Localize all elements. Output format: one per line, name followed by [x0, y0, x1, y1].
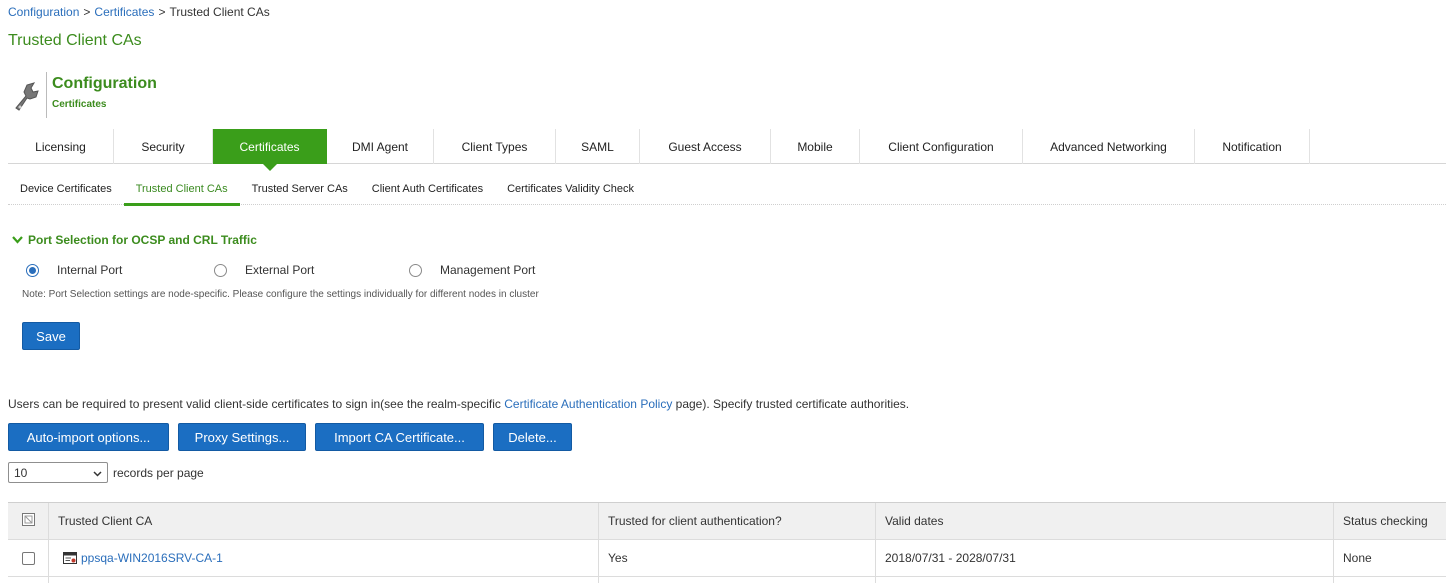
tab-advanced-networking[interactable]: Advanced Networking: [1023, 129, 1195, 164]
radio-internal-port[interactable]: Internal Port: [26, 263, 214, 277]
pagination-control: 10 records per page: [8, 462, 204, 483]
page-title: Trusted Client CAs: [8, 32, 142, 49]
breadcrumb-separator: >: [83, 5, 91, 19]
column-header-valid-dates[interactable]: Valid dates: [876, 503, 1334, 539]
column-header-trusted-client-ca[interactable]: Trusted Client CA: [49, 503, 599, 539]
section-divider: [46, 72, 47, 118]
intro-text: Users can be required to present valid c…: [8, 397, 909, 411]
trusted-cell: Yes: [599, 540, 876, 576]
radio-button[interactable]: [26, 263, 39, 277]
tab-client-types[interactable]: Client Types: [434, 129, 556, 164]
tab-certificates[interactable]: Certificates: [213, 129, 327, 171]
table-cell: [49, 577, 599, 583]
subtab-trusted-server-cas[interactable]: Trusted Server CAs: [240, 176, 360, 205]
proxy-settings-button[interactable]: Proxy Settings...: [178, 423, 306, 451]
section-title: Configuration: [52, 75, 157, 92]
records-per-page-label: records per page: [113, 465, 204, 480]
tab-client-configuration[interactable]: Client Configuration: [860, 129, 1023, 164]
records-per-page-select[interactable]: 10: [8, 462, 108, 483]
chevron-down-icon: [93, 466, 102, 480]
subtab-trusted-client-cas[interactable]: Trusted Client CAs: [123, 176, 240, 206]
breadcrumb-separator: >: [158, 5, 166, 19]
column-header-trusted-for-auth[interactable]: Trusted for client authentication?: [599, 503, 876, 539]
intro-text-after: page). Specify trusted certificate autho…: [672, 397, 910, 411]
tab-mobile[interactable]: Mobile: [771, 129, 860, 164]
ca-name-cell: ppsqa-WIN2016SRV-CA-1: [49, 540, 599, 576]
breadcrumb-certificates[interactable]: Certificates: [94, 5, 154, 19]
breadcrumb-configuration[interactable]: Configuration: [8, 5, 79, 19]
tab-saml[interactable]: SAML: [556, 129, 640, 164]
radio-external-port[interactable]: External Port: [214, 263, 409, 277]
port-selection-heading: Port Selection for OCSP and CRL Traffic: [28, 233, 257, 247]
tab-security[interactable]: Security: [114, 129, 213, 164]
table-header-row: Trusted Client CA Trusted for client aut…: [8, 503, 1446, 540]
row-checkbox[interactable]: [21, 551, 35, 565]
save-button[interactable]: Save: [22, 322, 80, 350]
trusted-ca-table: Trusted Client CA Trusted for client aut…: [8, 502, 1446, 583]
port-selection-note: Note: Port Selection settings are node-s…: [22, 289, 539, 300]
action-bar: Auto-import options... Proxy Settings...…: [8, 423, 581, 451]
main-tabs: Licensing Security Certificates DMI Agen…: [8, 129, 1446, 171]
radio-label: Management Port: [440, 263, 536, 277]
auto-import-options-button[interactable]: Auto-import options...: [8, 423, 169, 451]
radio-management-port[interactable]: Management Port: [409, 263, 535, 277]
tab-dmi-agent[interactable]: DMI Agent: [327, 129, 434, 164]
tab-licensing[interactable]: Licensing: [8, 129, 114, 164]
breadcrumb: Configuration > Certificates > Trusted Clien…: [8, 5, 270, 19]
port-selection-toggle[interactable]: Port Selection for OCSP and CRL Traffic: [12, 233, 257, 247]
ca-name-link[interactable]: ppsqa-WIN2016SRV-CA-1: [81, 551, 223, 565]
import-ca-certificate-button[interactable]: Import CA Certificate...: [315, 423, 484, 451]
table-cell: [876, 577, 1334, 583]
radio-label: Internal Port: [57, 263, 123, 277]
tab-notification[interactable]: Notification: [1195, 129, 1310, 164]
table-cell: [599, 577, 876, 583]
subtab-client-auth-certificates[interactable]: Client Auth Certificates: [360, 176, 495, 205]
table-row-partial: [8, 577, 1446, 583]
certificate-auth-policy-link[interactable]: Certificate Authentication Policy: [504, 397, 672, 411]
breadcrumb-current: Trusted Client CAs: [169, 5, 270, 19]
sub-tabs: Device Certificates Trusted Client CAs T…: [8, 176, 1446, 206]
table-cell: [8, 577, 49, 583]
valid-dates-cell: 2018/07/31 - 2028/07/31: [876, 540, 1334, 576]
intro-text-before: Users can be required to present valid c…: [8, 397, 505, 411]
certificate-icon: [63, 552, 77, 564]
subtab-certificates-validity-check[interactable]: Certificates Validity Check: [495, 176, 646, 205]
wrench-icon: [8, 72, 46, 118]
radio-button[interactable]: [409, 263, 422, 277]
records-per-page-value: 10: [14, 465, 28, 480]
table-cell: [1334, 577, 1446, 583]
column-header-status-checking[interactable]: Status checking: [1334, 503, 1446, 539]
port-radio-group: Internal Port External Port Management P…: [26, 263, 535, 277]
delete-button[interactable]: Delete...: [493, 423, 572, 451]
chevron-down-icon: [12, 233, 23, 247]
subtab-device-certificates[interactable]: Device Certificates: [8, 176, 124, 205]
select-all-cell: [8, 503, 49, 539]
tab-guest-access[interactable]: Guest Access: [640, 129, 771, 164]
section-subtitle: Certificates: [52, 99, 107, 110]
section-header: Configuration Certificates: [8, 72, 157, 120]
status-checking-cell: None: [1343, 551, 1372, 565]
row-checkbox-cell: [8, 540, 49, 576]
radio-button[interactable]: [214, 263, 227, 277]
table-row: ppsqa-WIN2016SRV-CA-1 Yes 2018/07/31 - 2…: [8, 540, 1446, 577]
select-all-icon[interactable]: [21, 513, 35, 529]
radio-label: External Port: [245, 263, 315, 277]
